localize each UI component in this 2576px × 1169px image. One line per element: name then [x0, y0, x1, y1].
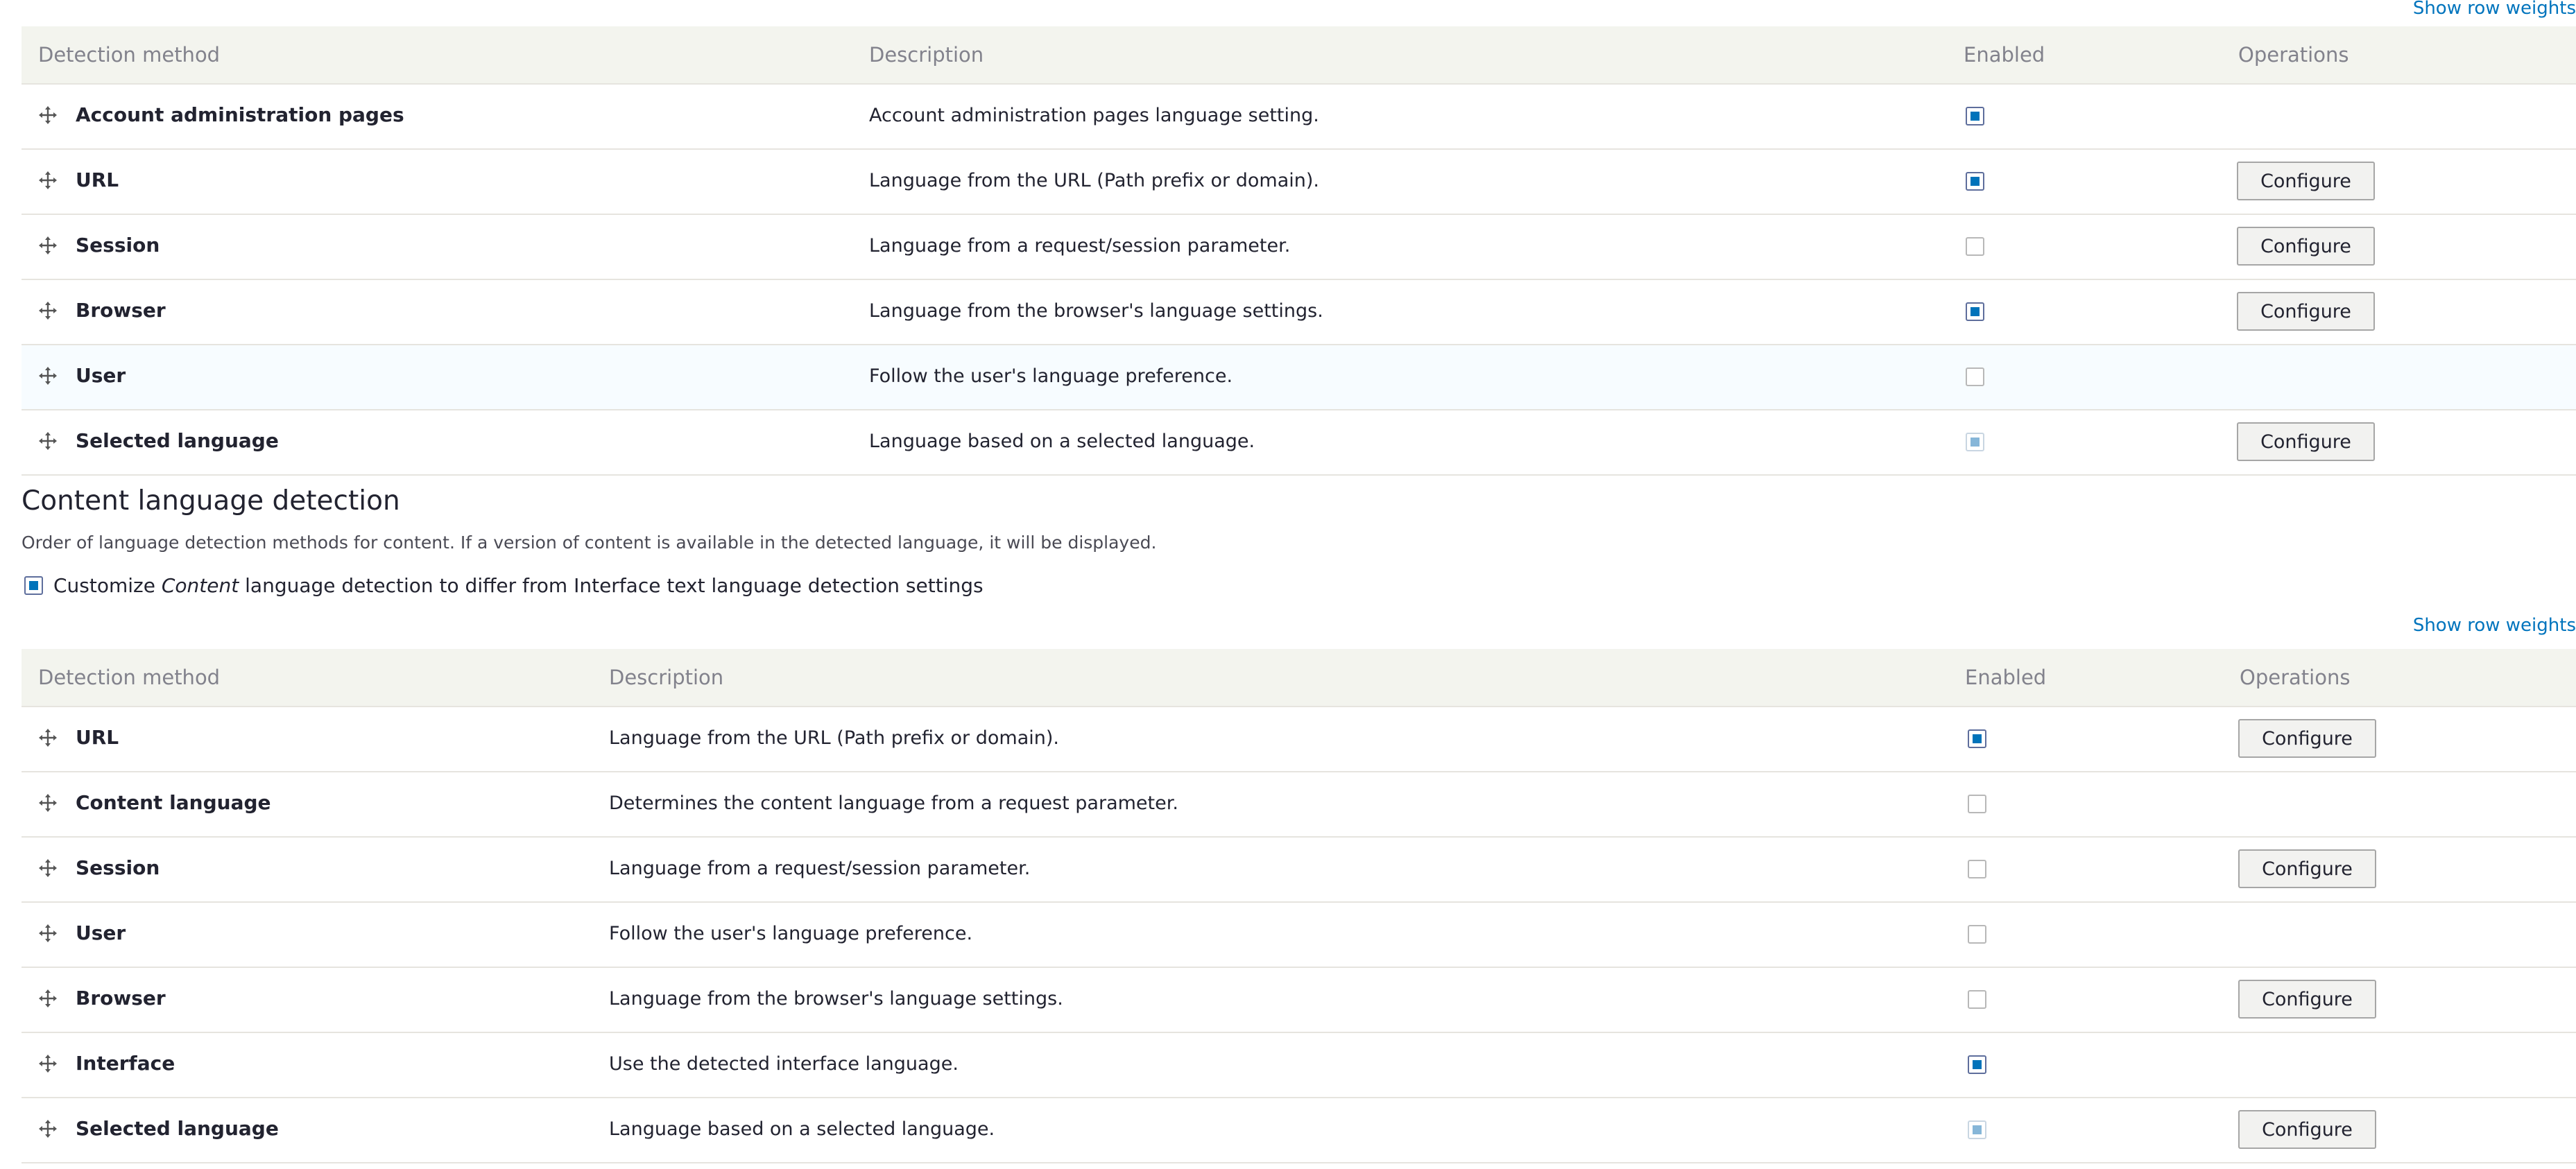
language-detection-page: Show row weights Detection method Descri…	[0, 0, 2576, 1169]
table-row: URL Language from the URL (Path prefix or…	[22, 707, 2576, 772]
method-name: Content language	[76, 791, 271, 814]
column-header-method: Detection method	[38, 666, 221, 689]
method-description: Language from the URL (Path prefix or do…	[869, 170, 1319, 191]
method-name: Browser	[76, 299, 166, 322]
drag-handle-icon[interactable]	[39, 1120, 57, 1138]
drag-handle-icon[interactable]	[39, 302, 57, 320]
table-row: Session Language from a request/session p…	[22, 215, 2576, 280]
configure-button[interactable]: Configure	[2238, 980, 2376, 1019]
configure-button[interactable]: Configure	[2237, 292, 2375, 331]
table-row: Selected language Language based on a sel…	[22, 1098, 2576, 1163]
table-row: Interface Use the detected interface lang…	[22, 1033, 2576, 1098]
method-description: Language from the browser's language set…	[869, 300, 1323, 322]
column-header-description: Description	[869, 43, 984, 67]
enabled-checkbox[interactable]	[1968, 729, 1986, 748]
drag-handle-icon[interactable]	[39, 432, 57, 450]
customize-label-prefix: Customize	[53, 574, 162, 597]
table-row: User Follow the user's language preferenc…	[22, 345, 2576, 410]
method-description: Language based on a selected language.	[609, 1118, 995, 1140]
configure-button[interactable]: Configure	[2238, 849, 2376, 888]
drag-handle-icon[interactable]	[39, 171, 57, 189]
method-name: Account administration pages	[76, 103, 404, 126]
customize-label-suffix: language detection to differ from Interf…	[239, 574, 984, 597]
method-description: Language from a request/session paramete…	[609, 858, 1031, 879]
drag-handle-icon[interactable]	[39, 236, 57, 254]
configure-button[interactable]: Configure	[2237, 162, 2375, 200]
table-body: URL Language from the URL (Path prefix or…	[22, 707, 2576, 1163]
method-name: Session	[76, 856, 160, 879]
column-header-method: Detection method	[38, 43, 221, 67]
customize-label: Customize Content language detection to …	[53, 574, 984, 597]
drag-handle-icon[interactable]	[39, 729, 57, 747]
method-description: Follow the user's language preference.	[869, 365, 1233, 387]
table-row: Browser Language from the browser's langu…	[22, 280, 2576, 345]
show-row-weights-link-content[interactable]: Show row weights	[2413, 615, 2576, 636]
enabled-checkbox[interactable]	[1966, 367, 1984, 386]
table-row: Account administration pages Account admi…	[22, 85, 2576, 150]
drag-handle-icon[interactable]	[39, 924, 57, 942]
method-name: Interface	[76, 1052, 175, 1075]
column-header-enabled: Enabled	[1964, 43, 2045, 67]
column-header-operations: Operations	[2238, 43, 2349, 67]
enabled-checkbox[interactable]	[1966, 237, 1984, 256]
method-description: Follow the user's language preference.	[609, 923, 973, 944]
method-name: Selected language	[76, 429, 279, 452]
table-header: Detection method Description Enabled Ope…	[22, 26, 2576, 85]
table-row: Browser Language from the browser's langu…	[22, 968, 2576, 1033]
customize-checkbox[interactable]	[24, 576, 43, 595]
method-description: Language based on a selected language.	[869, 431, 1255, 452]
enabled-checkbox[interactable]	[1966, 172, 1984, 191]
configure-button[interactable]: Configure	[2238, 1110, 2376, 1149]
content-section-title: Content language detection	[22, 485, 400, 517]
drag-handle-icon[interactable]	[39, 859, 57, 877]
table-row: Session Language from a request/session p…	[22, 838, 2576, 903]
drag-handle-icon[interactable]	[39, 367, 57, 385]
enabled-checkbox[interactable]	[1966, 107, 1984, 125]
column-header-operations: Operations	[2240, 666, 2351, 689]
enabled-checkbox[interactable]	[1966, 302, 1984, 321]
drag-handle-icon[interactable]	[39, 106, 57, 124]
enabled-checkbox[interactable]	[1968, 1055, 1986, 1074]
table-row: Content language Determines the content l…	[22, 772, 2576, 838]
table-row: Selected language Language based on a sel…	[22, 410, 2576, 476]
method-description: Determines the content language from a r…	[609, 793, 1178, 814]
enabled-checkbox	[1968, 1120, 1986, 1139]
enabled-checkbox[interactable]	[1968, 860, 1986, 878]
show-row-weights-link[interactable]: Show row weights	[2413, 0, 2576, 19]
enabled-checkbox[interactable]	[1968, 795, 1986, 813]
enabled-checkbox[interactable]	[1968, 925, 1986, 944]
method-description: Account administration pages language se…	[869, 105, 1319, 126]
drag-handle-icon[interactable]	[39, 989, 57, 1007]
method-description: Language from the browser's language set…	[609, 988, 1063, 1010]
method-name: User	[76, 364, 126, 387]
method-name: Selected language	[76, 1117, 279, 1140]
drag-handle-icon[interactable]	[39, 1055, 57, 1073]
method-name: URL	[76, 726, 119, 749]
column-header-description: Description	[609, 666, 724, 689]
table-header: Detection method Description Enabled Ope…	[22, 649, 2576, 707]
drag-handle-icon[interactable]	[39, 794, 57, 812]
enabled-checkbox	[1966, 433, 1984, 451]
column-header-enabled: Enabled	[1965, 666, 2047, 689]
interface-detection-table: Detection method Description Enabled Ope…	[22, 26, 2576, 476]
table-row: URL Language from the URL (Path prefix or…	[22, 150, 2576, 215]
table-body: Account administration pages Account admi…	[22, 85, 2576, 476]
method-description: Language from a request/session paramete…	[869, 235, 1291, 257]
method-name: URL	[76, 168, 119, 191]
content-detection-table: Detection method Description Enabled Ope…	[22, 649, 2576, 1163]
configure-button[interactable]: Configure	[2237, 227, 2375, 266]
configure-button[interactable]: Configure	[2237, 422, 2375, 461]
method-name: Browser	[76, 987, 166, 1010]
table-row: User Follow the user's language preferenc…	[22, 903, 2576, 968]
method-name: Session	[76, 234, 160, 257]
configure-button[interactable]: Configure	[2238, 719, 2376, 758]
content-section-description: Order of language detection methods for …	[22, 532, 1157, 553]
method-description: Use the detected interface language.	[609, 1053, 959, 1075]
enabled-checkbox[interactable]	[1968, 990, 1986, 1009]
customize-label-emphasis: Content	[161, 574, 239, 597]
method-name: User	[76, 921, 126, 944]
method-description: Language from the URL (Path prefix or do…	[609, 727, 1059, 749]
